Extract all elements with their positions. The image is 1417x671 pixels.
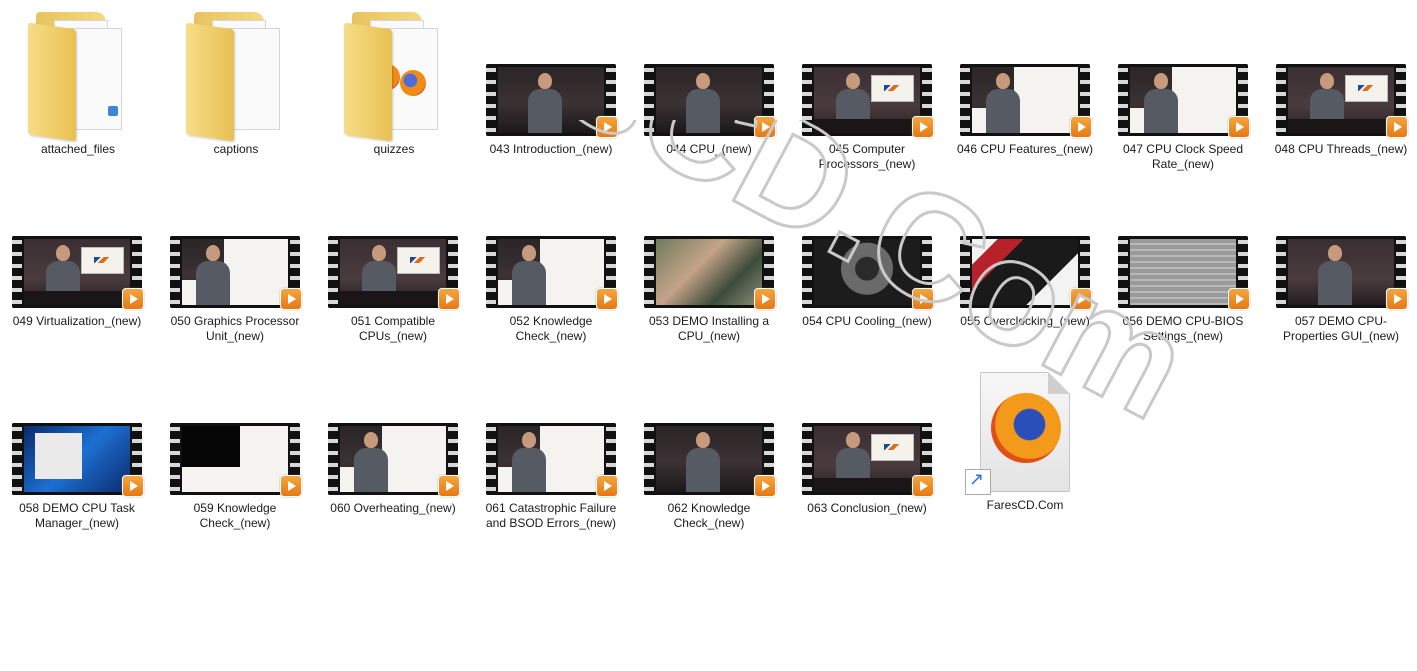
play-icon — [596, 475, 618, 497]
play-icon — [280, 475, 302, 497]
video-file[interactable]: 054 CPU Cooling_(new) — [792, 236, 942, 329]
play-icon — [912, 475, 934, 497]
video-label: 044 CPU_(new) — [666, 142, 752, 156]
play-icon — [1386, 288, 1408, 310]
video-thumbnail — [328, 423, 460, 497]
video-thumbnail — [170, 423, 302, 497]
video-thumbnail — [1118, 236, 1250, 310]
video-thumbnail — [960, 64, 1092, 138]
video-thumbnail — [644, 64, 776, 138]
play-icon — [1386, 116, 1408, 138]
folder-captions[interactable]: captions — [171, 6, 301, 157]
folder-icon — [344, 6, 444, 142]
video-thumbnail — [802, 423, 934, 497]
video-label: 046 CPU Features_(new) — [956, 142, 1094, 156]
video-file[interactable]: 056 DEMO CPU-BIOS Settings_(new) — [1108, 236, 1258, 344]
video-thumbnail — [170, 236, 302, 310]
video-label: 054 CPU Cooling_(new) — [802, 314, 932, 328]
video-thumbnail — [644, 236, 776, 310]
video-label: 050 Graphics Processor Unit_(new) — [170, 314, 300, 343]
video-label: 059 Knowledge Check_(new) — [193, 501, 277, 530]
play-icon — [122, 288, 144, 310]
play-icon — [122, 475, 144, 497]
video-label: 048 CPU Threads_(new) — [1274, 142, 1408, 156]
play-icon — [754, 116, 776, 138]
video-file[interactable]: 055 Overclocking_(new) — [950, 236, 1100, 329]
video-label: 058 DEMO CPU Task Manager_(new) — [19, 501, 135, 530]
video-label: 057 DEMO CPU-Properties GUI_(new) — [1282, 314, 1400, 343]
shortcut-farescd[interactable]: FaresCD.Com — [960, 372, 1090, 513]
video-file[interactable]: 052 Knowledge Check_(new) — [476, 236, 626, 344]
video-thumbnail — [802, 236, 934, 310]
video-label: 053 DEMO Installing a CPU_(new) — [648, 314, 770, 343]
video-label: 060 Overheating_(new) — [330, 501, 456, 515]
play-icon — [754, 475, 776, 497]
play-icon — [1228, 288, 1250, 310]
video-file[interactable]: 062 Knowledge Check_(new) — [634, 423, 784, 531]
document-icon — [965, 372, 1070, 495]
video-thumbnail — [960, 236, 1092, 310]
play-icon — [912, 116, 934, 138]
video-thumbnail — [12, 236, 144, 310]
video-file[interactable]: 043 Introduction_(new) — [476, 64, 626, 157]
video-label: 056 DEMO CPU-BIOS Settings_(new) — [1122, 314, 1244, 343]
folder-label: attached_files — [40, 142, 116, 156]
video-file[interactable]: 045 Computer Processors_(new) — [792, 64, 942, 172]
video-label: 043 Introduction_(new) — [489, 142, 613, 156]
folder-label: captions — [213, 142, 259, 156]
folder-label: quizzes — [373, 142, 415, 156]
video-label: 049 Virtualization_(new) — [12, 314, 142, 328]
video-label: 052 Knowledge Check_(new) — [509, 314, 593, 343]
video-file[interactable]: 044 CPU_(new) — [634, 64, 784, 157]
video-file[interactable]: 047 CPU Clock Speed Rate_(new) — [1108, 64, 1258, 172]
video-file[interactable]: 057 DEMO CPU-Properties GUI_(new) — [1266, 236, 1416, 344]
play-icon — [596, 116, 618, 138]
video-file[interactable]: 053 DEMO Installing a CPU_(new) — [634, 236, 784, 344]
play-icon — [280, 288, 302, 310]
video-thumbnail — [1276, 64, 1408, 138]
video-label: 051 Compatible CPUs_(new) — [350, 314, 436, 343]
video-thumbnail — [486, 64, 618, 138]
video-file[interactable]: 059 Knowledge Check_(new) — [160, 423, 310, 531]
play-icon — [438, 475, 460, 497]
play-icon — [438, 288, 460, 310]
shortcut-arrow-icon — [965, 469, 991, 495]
video-file[interactable]: 060 Overheating_(new) — [318, 423, 468, 516]
video-file[interactable]: 058 DEMO CPU Task Manager_(new) — [2, 423, 152, 531]
video-thumbnail — [802, 64, 934, 138]
video-thumbnail — [1118, 64, 1250, 138]
video-label: 047 CPU Clock Speed Rate_(new) — [1122, 142, 1244, 171]
play-icon — [912, 288, 934, 310]
video-thumbnail — [328, 236, 460, 310]
video-file[interactable]: 048 CPU Threads_(new) — [1266, 64, 1416, 157]
play-icon — [596, 288, 618, 310]
video-thumbnail — [644, 423, 776, 497]
video-label: 045 Computer Processors_(new) — [818, 142, 916, 171]
video-file[interactable]: 051 Compatible CPUs_(new) — [318, 236, 468, 344]
video-label: 055 Overclocking_(new) — [960, 314, 1090, 328]
shortcut-label: FaresCD.Com — [986, 498, 1064, 512]
video-file[interactable]: 061 Catastrophic Failure and BSOD Errors… — [476, 423, 626, 531]
folder-attached-files[interactable]: attached_files — [13, 6, 143, 157]
video-file[interactable]: 046 CPU Features_(new) — [950, 64, 1100, 157]
play-icon — [1070, 288, 1092, 310]
firefox-icon — [991, 393, 1061, 463]
video-file[interactable]: 049 Virtualization_(new) — [2, 236, 152, 329]
video-file[interactable]: 050 Graphics Processor Unit_(new) — [160, 236, 310, 344]
play-icon — [1228, 116, 1250, 138]
video-thumbnail — [1276, 236, 1408, 310]
folder-quizzes[interactable]: quizzes — [329, 6, 459, 157]
video-thumbnail — [486, 423, 618, 497]
video-thumbnail — [486, 236, 618, 310]
video-file[interactable]: 063 Conclusion_(new) — [792, 423, 942, 516]
folder-icon — [28, 6, 128, 142]
video-label: 062 Knowledge Check_(new) — [667, 501, 751, 530]
video-thumbnail — [12, 423, 144, 497]
video-label: 063 Conclusion_(new) — [807, 501, 927, 515]
folder-icon — [186, 6, 286, 142]
video-label: 061 Catastrophic Failure and BSOD Errors… — [485, 501, 617, 530]
play-icon — [754, 288, 776, 310]
play-icon — [1070, 116, 1092, 138]
